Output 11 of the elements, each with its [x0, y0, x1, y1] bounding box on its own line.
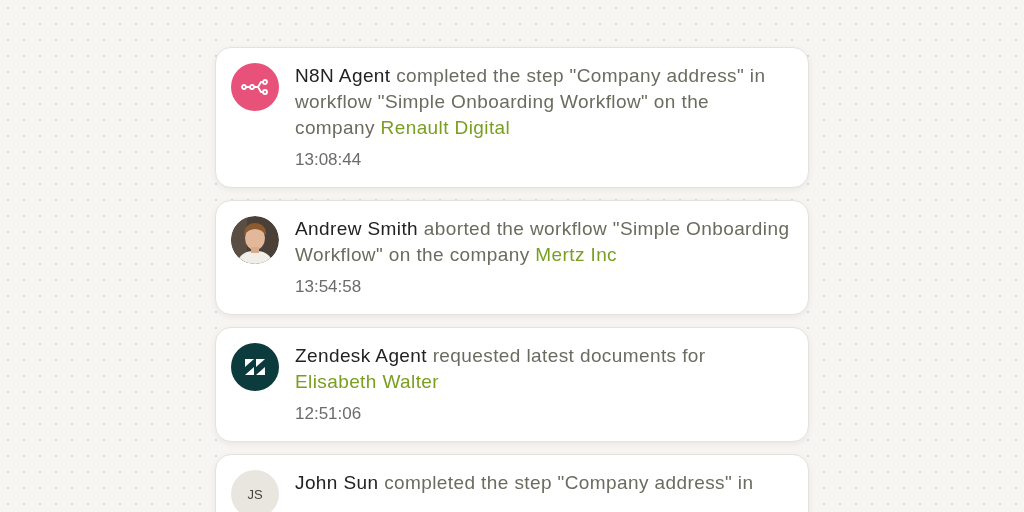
timestamp: 12:51:06: [295, 403, 363, 425]
initials-avatar: JS: [231, 470, 279, 512]
timestamp: 13:54:58: [295, 276, 363, 298]
timestamp: 13:08:44: [295, 149, 363, 171]
company-link[interactable]: Mertz Inc: [535, 244, 617, 265]
activity-text: John Sun completed the step "Company address" in: [295, 471, 755, 495]
activity-text: Andrew Smith aborted the workflow "Simple Onboarding Workflow" on the company Mertz Inc: [295, 217, 791, 267]
activity-text: N8N Agent completed the step "Company address" in workflow "Simple Onboarding Workflow" on the company Renault Digital: [295, 64, 767, 140]
company-link[interactable]: Elisabeth Walter: [295, 371, 440, 392]
company-link[interactable]: Renault Digital: [380, 117, 511, 138]
activity-text: Zendesk Agent requested latest documents for Elisabeth Walter: [295, 344, 707, 394]
